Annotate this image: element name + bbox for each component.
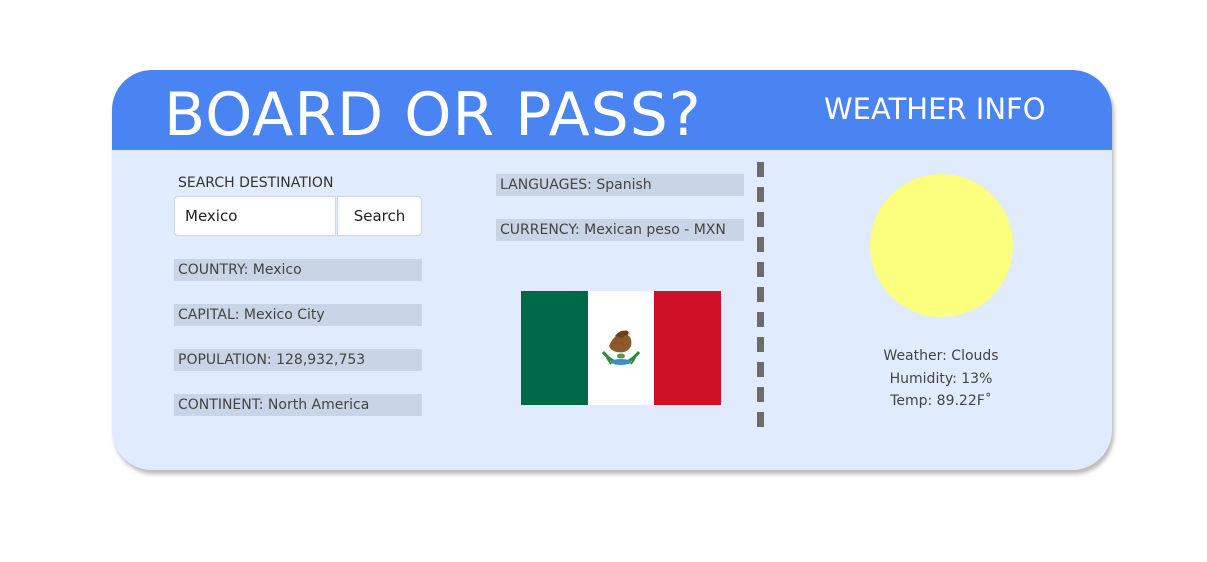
search-input[interactable]	[174, 196, 336, 236]
ticket-perforation-divider	[757, 162, 764, 430]
search-button[interactable]: Search	[337, 196, 422, 236]
population-row: POPULATION: 128,932,753	[174, 349, 422, 371]
flag-green-stripe	[521, 291, 588, 405]
weather-details: Weather: Clouds Humidity: 13% Temp: 89.2…	[841, 345, 1041, 413]
ticket-header: BOARD OR PASS? WEATHER INFO	[112, 70, 1112, 150]
flag-white-stripe	[587, 291, 655, 405]
search-destination-label: SEARCH DESTINATION	[178, 175, 334, 191]
continent-row: CONTINENT: North America	[174, 394, 422, 416]
weather-humidity: Humidity: 13%	[889, 370, 993, 387]
weather-conditions: Weather: Clouds	[883, 348, 999, 364]
boarding-pass-card: BOARD OR PASS? WEATHER INFO SEARCH DESTI…	[112, 70, 1112, 470]
mexico-flag	[521, 291, 722, 405]
eagle-emblem-icon	[601, 330, 641, 365]
capital-row: CAPITAL: Mexico City	[174, 304, 422, 326]
languages-row: LANGUAGES: Spanish	[496, 174, 744, 196]
currency-row: CURRENCY: Mexican peso - MXN	[496, 219, 744, 241]
weather-info-title: WEATHER INFO	[824, 92, 1046, 126]
flag-red-stripe	[654, 291, 722, 405]
page-title: BOARD OR PASS?	[164, 80, 702, 150]
sun-icon	[870, 174, 1013, 317]
country-row: COUNTRY: Mexico	[174, 259, 422, 281]
weather-temp: Temp: 89.22F˚	[890, 393, 992, 409]
